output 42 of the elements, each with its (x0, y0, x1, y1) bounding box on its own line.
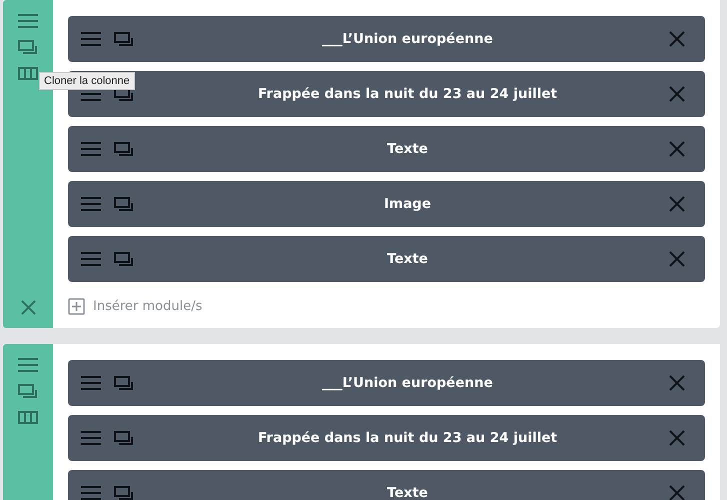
close-icon[interactable] (669, 430, 685, 446)
menu-icon (18, 358, 38, 372)
clone-icon (114, 196, 134, 212)
menu-icon (81, 32, 101, 46)
columns-icon (18, 410, 38, 424)
insert-module-button[interactable]: Insérer module/s (68, 291, 705, 321)
clone-icon (114, 486, 134, 500)
menu-icon (81, 142, 101, 156)
menu-icon (81, 486, 101, 500)
module-title: Texte (386, 485, 429, 500)
menu-icon (81, 376, 101, 390)
tooltip: Cloner la colonne (39, 72, 135, 90)
close-icon[interactable] (669, 251, 685, 267)
module-title: ___L’Union européenne (321, 375, 494, 391)
menu-icon (81, 431, 101, 445)
module-title: Texte (386, 251, 429, 267)
close-icon[interactable] (669, 485, 685, 500)
menu-icon (81, 197, 101, 211)
clone-icon (114, 252, 134, 266)
close-icon[interactable] (20, 300, 36, 314)
module-title: Image (382, 196, 432, 212)
module-title: Frappée dans la nuit du 23 au 24 juillet (256, 86, 558, 102)
clone-icon (114, 142, 134, 156)
clone-icon (114, 430, 134, 446)
clone-icon (114, 32, 134, 46)
columns-icon (18, 66, 38, 80)
close-icon[interactable] (669, 375, 685, 391)
close-icon[interactable] (669, 31, 685, 47)
module-title: Texte (386, 141, 429, 157)
close-icon[interactable] (669, 86, 685, 102)
close-icon[interactable] (669, 196, 685, 212)
menu-icon (18, 14, 38, 28)
close-icon[interactable] (669, 141, 685, 157)
clone-icon (18, 40, 38, 54)
module-title: ___L’Union européenne (321, 31, 494, 47)
columns-button[interactable] (17, 64, 39, 82)
clone-icon (18, 384, 38, 398)
columns-button[interactable] (17, 408, 39, 426)
module-title: Frappée dans la nuit du 23 au 24 juillet (256, 430, 558, 446)
menu-icon (81, 252, 101, 266)
plus-icon (68, 298, 85, 314)
clone-icon (114, 376, 134, 390)
